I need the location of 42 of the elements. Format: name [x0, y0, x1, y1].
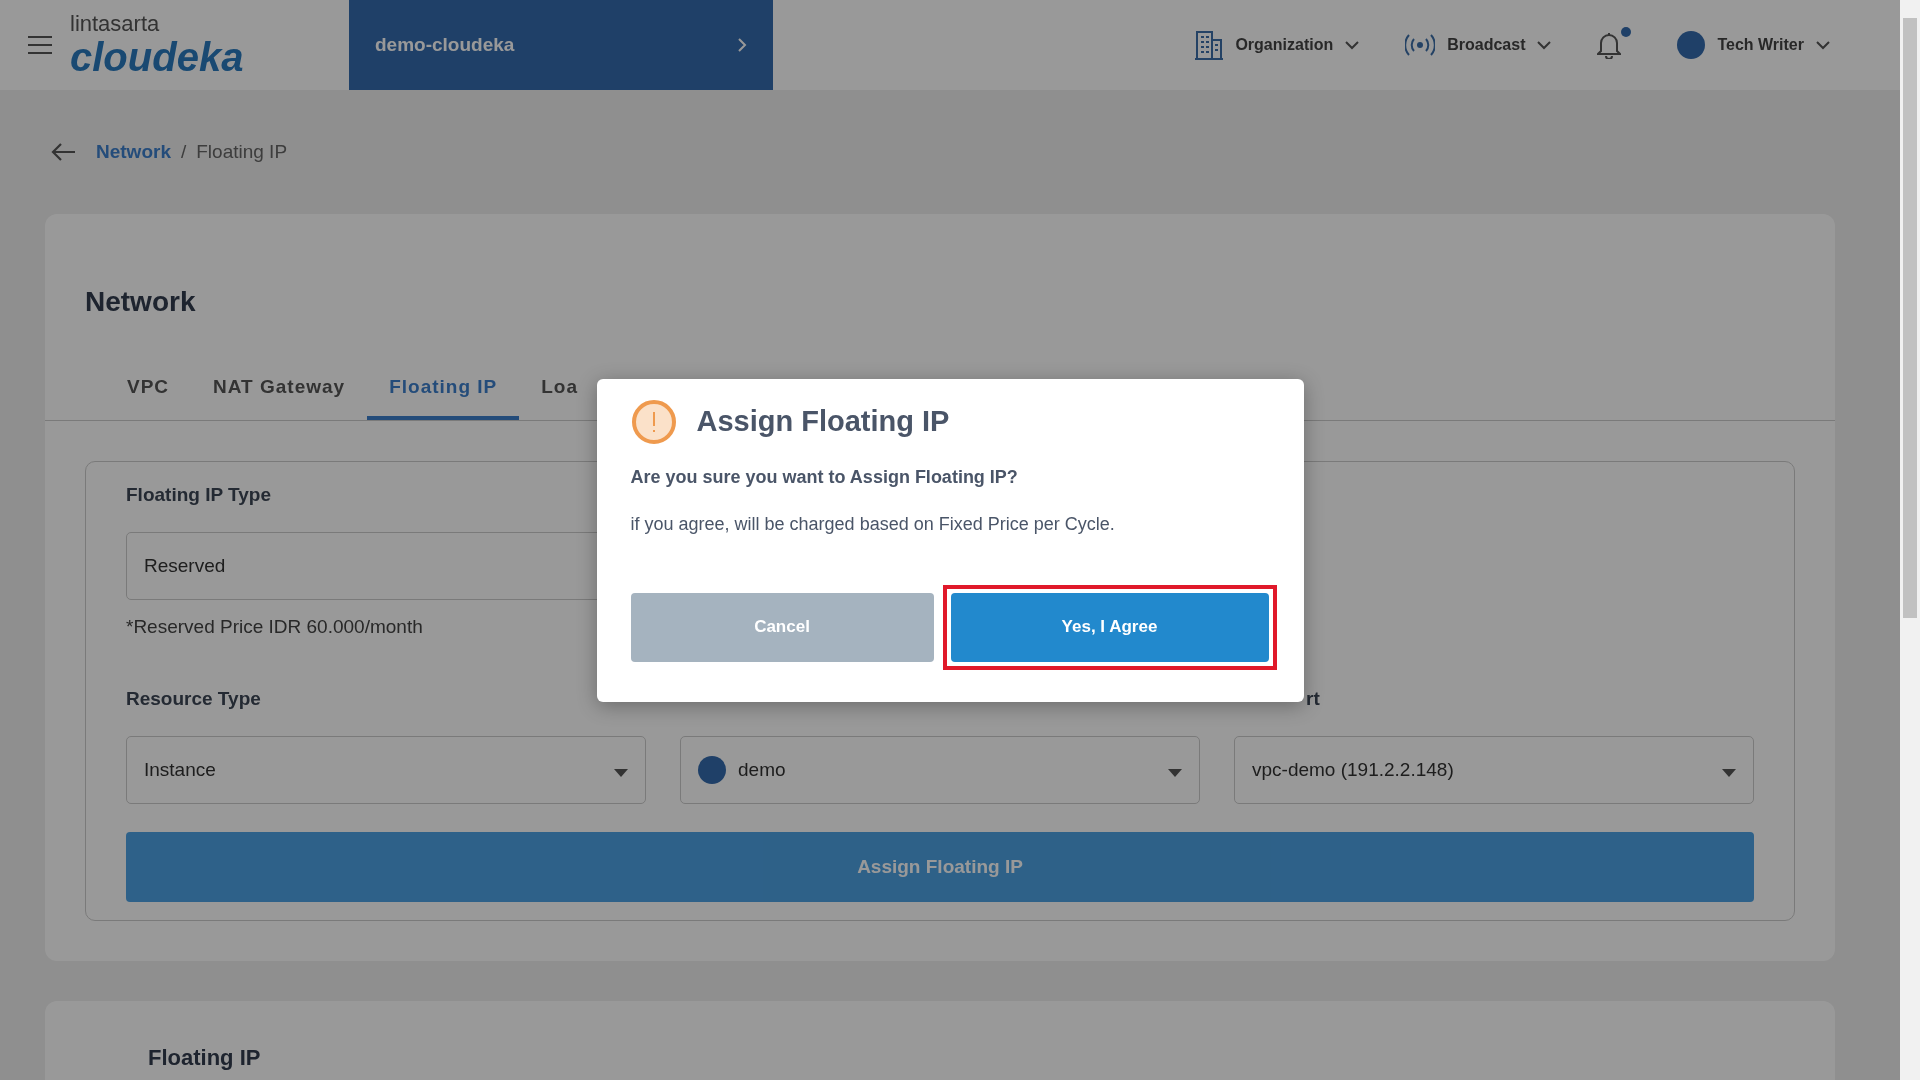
price-note: *Reserved Price IDR 60.000/month	[126, 616, 423, 637]
avatar-icon	[698, 756, 726, 784]
select-field[interactable]: demo	[680, 736, 1200, 804]
header-menu[interactable]: Organization	[1195, 30, 1360, 60]
breadcrumb-current: Floating IP	[196, 141, 288, 163]
dialog-question: Are you sure you want to Assign Floating IP?	[630, 466, 1019, 488]
chevron-down-icon	[1816, 40, 1830, 50]
broadcast-icon	[1405, 34, 1436, 56]
caret-icon	[1168, 769, 1182, 777]
tab[interactable]: NAT Gateway	[191, 362, 368, 420]
dialog-message: if you agree, will be charged based on Fixed Price per Cycle.	[630, 513, 1116, 535]
logo-wordmark: cloudeka	[70, 37, 245, 77]
building-icon	[1195, 30, 1224, 60]
project-selector[interactable]: demo-cloudeka	[349, 0, 773, 90]
dialog-title: Assign Floating IP	[696, 405, 950, 438]
field-label: rt	[1306, 688, 1320, 709]
back-arrow-icon[interactable]	[50, 142, 76, 162]
field-label: Floating IP Type	[126, 484, 271, 505]
caret-icon	[1722, 769, 1736, 777]
select-field[interactable]: Instance	[126, 736, 646, 804]
warning-icon	[630, 398, 677, 445]
section-title: Floating IP	[148, 1045, 262, 1071]
caret-icon	[614, 769, 628, 777]
tab[interactable]: Loa	[519, 362, 601, 420]
header-menu[interactable]: Broadcast	[1405, 34, 1552, 56]
logo-tagline: lintasarta	[70, 13, 161, 35]
confirm-button[interactable]: Yes, I Agree	[950, 592, 1269, 662]
breadcrumb-link[interactable]: Network	[96, 141, 171, 163]
tab[interactable]: Floating IP	[367, 362, 520, 420]
avatar-icon	[1677, 31, 1706, 59]
menu-icon[interactable]	[28, 36, 52, 54]
user-menu[interactable]: Tech Writer	[1677, 31, 1830, 59]
chevron-down-icon	[1345, 40, 1360, 50]
chevron-right-icon	[738, 38, 747, 52]
assign-button[interactable]: Assign Floating IP	[126, 832, 1754, 902]
breadcrumb-separator: /	[180, 141, 187, 163]
page-title: Network	[85, 286, 197, 318]
chevron-down-icon	[1537, 40, 1552, 50]
tab[interactable]: VPC	[105, 362, 192, 420]
field-label: Resource Type	[126, 688, 261, 709]
bell-icon[interactable]	[1597, 31, 1622, 59]
select-field[interactable]: vpc-demo (191.2.2.148)	[1234, 736, 1754, 804]
